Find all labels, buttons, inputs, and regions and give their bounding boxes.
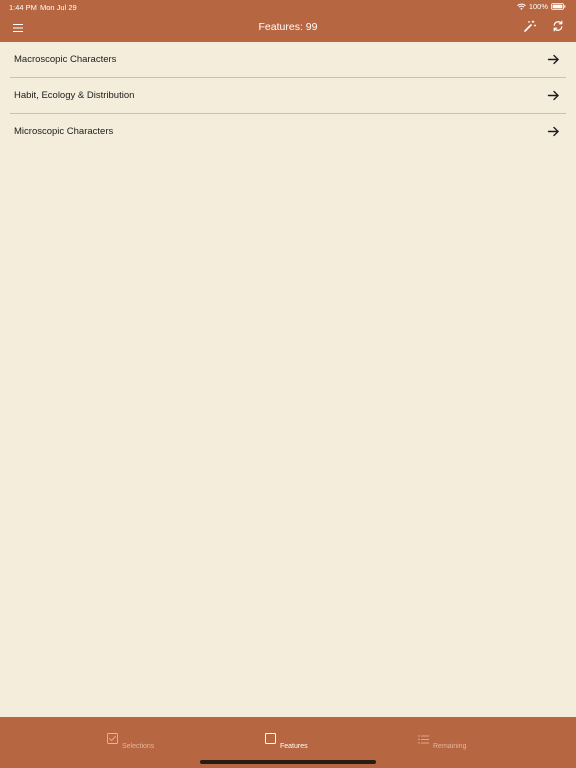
tab-label: Selections (122, 743, 155, 750)
app-screen: 1:44 PM Mon Jul 29 100% Features: 99 Mac… (0, 0, 576, 768)
tab-selections[interactable]: Selections (107, 731, 155, 750)
battery-percent: 100% (528, 2, 548, 11)
list-item-label: Habit, Ecology & Distribution (14, 90, 135, 101)
arrow-right-icon (547, 125, 560, 138)
battery-icon (551, 3, 566, 10)
tab-label: Remaining (433, 743, 467, 750)
home-indicator (200, 760, 376, 764)
header: 1:44 PM Mon Jul 29 100% Features: 99 (0, 0, 576, 42)
tab-remaining[interactable]: Remaining (418, 731, 467, 750)
refresh-icon (552, 19, 564, 37)
page-title: Features: 99 (258, 21, 318, 33)
tab-label: Features (280, 743, 308, 750)
feature-list: Macroscopic Characters Habit, Ecology & … (0, 42, 576, 150)
tab-features[interactable]: Features (265, 731, 308, 750)
list-icon (418, 731, 429, 749)
list-item-habit-ecology-distribution[interactable]: Habit, Ecology & Distribution (0, 78, 576, 114)
status-time: 1:44 PM (9, 3, 37, 12)
magic-wand-button[interactable] (521, 19, 539, 37)
checkbox-checked-icon (107, 731, 118, 749)
arrow-right-icon (547, 89, 560, 102)
arrow-right-icon (547, 53, 560, 66)
list-item-microscopic-characters[interactable]: Microscopic Characters (0, 114, 576, 150)
list-item-label: Macroscopic Characters (14, 54, 117, 65)
nav-bar: Features: 99 (0, 14, 576, 42)
refresh-button[interactable] (549, 19, 567, 37)
list-item-label: Microscopic Characters (14, 126, 114, 137)
wifi-icon (516, 3, 526, 10)
status-bar: 1:44 PM Mon Jul 29 100% (0, 0, 576, 14)
checkbox-empty-icon (265, 731, 276, 749)
status-right: 100% (516, 2, 566, 11)
list-item-macroscopic-characters[interactable]: Macroscopic Characters (0, 42, 576, 78)
status-date: Mon Jul 29 (40, 3, 77, 12)
magic-wand-icon (524, 19, 536, 37)
